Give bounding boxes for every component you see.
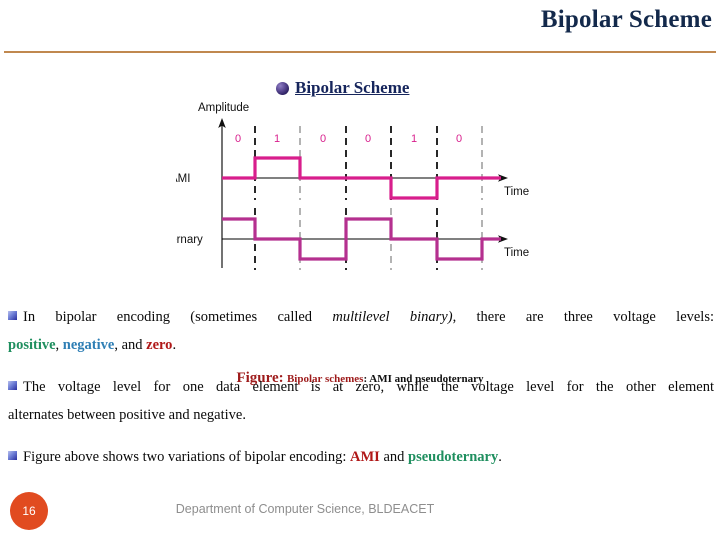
ami-time-label: Time xyxy=(504,186,529,198)
variation-ami: AMI xyxy=(350,449,380,465)
paragraph-1: In bipolar encoding (sometimes called mu… xyxy=(8,303,714,359)
p3-text-a: Figure above shows two variations of bip… xyxy=(23,449,350,465)
bit-label-3: 0 xyxy=(365,133,371,145)
bipolar-scheme-diagram: Amplitude 0 1 0 0 1 0 AMI Time xyxy=(176,102,529,270)
figure-block: Amplitude 0 1 0 0 1 0 AMI Time xyxy=(0,98,720,386)
square-bullet-icon xyxy=(8,381,17,390)
sphere-bullet-icon xyxy=(276,81,289,95)
paragraph-3: Figure above shows two variations of bip… xyxy=(8,443,714,471)
bit-label-2: 0 xyxy=(320,133,326,145)
pseudoternary-time-label: Time xyxy=(504,247,529,259)
body-content: In bipolar encoding (sometimes called mu… xyxy=(8,303,714,477)
p3-end: . xyxy=(498,449,502,465)
level-zero: zero xyxy=(146,337,173,353)
p2-line-1: The voltage level for one data element i… xyxy=(23,379,714,395)
paragraph-2: The voltage level for one data element i… xyxy=(8,373,714,429)
p1-sep-2: , and xyxy=(114,337,147,353)
section-heading: Bipolar Scheme xyxy=(276,78,409,98)
square-bullet-icon xyxy=(8,451,17,460)
variation-pseudoternary: pseudoternary xyxy=(408,449,499,465)
p1-sep-1: , xyxy=(55,337,63,353)
bit-label-4: 1 xyxy=(411,133,417,145)
p1-text-a: In bipolar encoding (sometimes called xyxy=(23,309,333,325)
bit-label-1: 1 xyxy=(274,133,280,145)
level-positive: positive xyxy=(8,337,56,353)
p1-text-italic: multilevel binary) xyxy=(332,309,453,325)
section-heading-label: Bipolar Scheme xyxy=(295,78,410,97)
p1-text-b: , there are three voltage levels: xyxy=(452,309,715,325)
amplitude-axis-label: Amplitude xyxy=(198,102,249,114)
page-title: Bipolar Scheme xyxy=(540,6,712,33)
p1-end: . xyxy=(172,337,177,353)
p3-text-b: and xyxy=(379,449,408,465)
p2-line-2: alternates between positive and negative… xyxy=(8,407,246,423)
footer-department-label: Department of Computer Science, BLDEACET xyxy=(175,502,435,516)
ami-row-label: AMI xyxy=(176,173,190,185)
header-divider xyxy=(4,51,716,53)
slide-header: Bipolar Scheme xyxy=(0,0,720,54)
bit-label-0: 0 xyxy=(235,133,241,145)
pseudoternary-row-label: Pseudoternary xyxy=(176,234,203,246)
bit-label-5: 0 xyxy=(456,133,462,145)
slide-footer: 16 Department of Computer Science, BLDEA… xyxy=(0,488,720,540)
square-bullet-icon xyxy=(8,311,17,320)
level-negative: negative xyxy=(62,337,115,353)
